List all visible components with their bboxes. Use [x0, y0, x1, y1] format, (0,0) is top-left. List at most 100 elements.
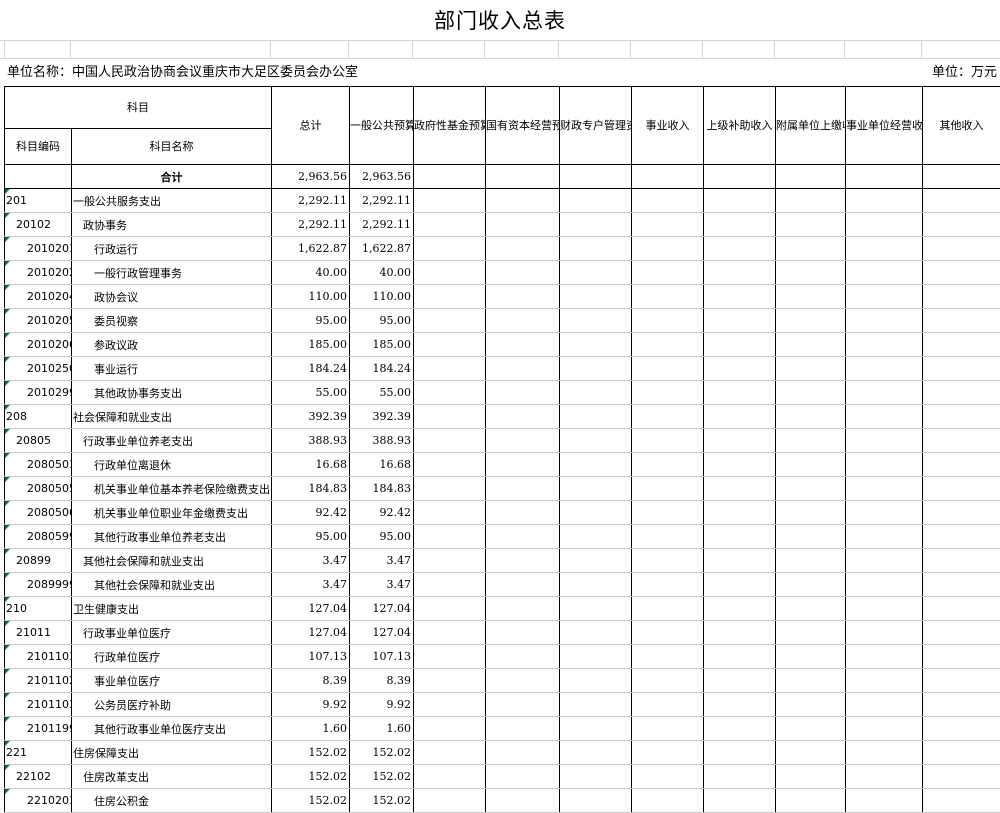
subject-name: 行政事业单位医疗 — [72, 627, 171, 640]
general-budget-value: 2,292.11 — [350, 213, 414, 237]
empty-cell — [923, 405, 1000, 429]
empty-cell — [632, 717, 704, 741]
subject-name-cell: 行政单位医疗 — [72, 645, 272, 669]
subject-code-cell: 2080506 — [5, 501, 72, 525]
subject-code-cell: 20899 — [5, 549, 72, 573]
header-business-income: 事业收入 — [632, 87, 704, 165]
subject-name: 政协事务 — [72, 219, 127, 232]
empty-cell — [923, 309, 1000, 333]
general-budget-value: 1,622.87 — [350, 237, 414, 261]
empty-cell — [846, 501, 923, 525]
subject-code: 2010202 — [5, 266, 72, 279]
empty-cell — [486, 549, 560, 573]
empty-cell — [414, 213, 486, 237]
empty-cell — [846, 669, 923, 693]
table-row: 208社会保障和就业支出392.39392.39 — [5, 405, 1000, 429]
subject-name-cell: 其他社会保障和就业支出 — [72, 549, 272, 573]
subject-name-cell: 事业运行 — [72, 357, 272, 381]
header-total: 总计 — [272, 87, 350, 165]
empty-cell — [776, 693, 846, 717]
subject-name: 其他行政事业单位养老支出 — [72, 531, 226, 544]
empty-cell — [923, 333, 1000, 357]
cell-marker-icon — [5, 261, 10, 266]
empty-cell — [846, 381, 923, 405]
empty-cell — [846, 189, 923, 213]
subject-name-cell: 其他政协事务支出 — [72, 381, 272, 405]
empty-cell — [632, 381, 704, 405]
table-row: 2080501行政单位离退休16.6816.68 — [5, 453, 1000, 477]
empty-cell — [632, 333, 704, 357]
empty-cell — [414, 477, 486, 501]
empty-cell — [632, 741, 704, 765]
subject-code: 20102 — [5, 218, 51, 231]
subject-name: 委员视察 — [72, 315, 138, 328]
table-row: 2010299其他政协事务支出55.0055.00 — [5, 381, 1000, 405]
total-value: 127.04 — [272, 597, 350, 621]
table-row: 21011行政事业单位医疗127.04127.04 — [5, 621, 1000, 645]
total-general-value: 2,963.56 — [350, 165, 414, 189]
empty-cell — [923, 429, 1000, 453]
header-superior-subsidy: 上级补助收入 — [704, 87, 776, 165]
subject-name-cell: 行政事业单位医疗 — [72, 621, 272, 645]
empty-cell — [560, 309, 632, 333]
empty-cell — [486, 453, 560, 477]
general-budget-value: 95.00 — [350, 309, 414, 333]
table-row: 2101102事业单位医疗8.398.39 — [5, 669, 1000, 693]
empty-cell — [414, 573, 486, 597]
subject-name-cell: 政协会议 — [72, 285, 272, 309]
empty-cell — [486, 477, 560, 501]
empty-cell — [414, 453, 486, 477]
empty-cell — [632, 477, 704, 501]
empty-cell — [414, 333, 486, 357]
subject-code: 21011 — [5, 626, 51, 639]
empty-cell — [776, 429, 846, 453]
empty-cell — [486, 645, 560, 669]
subject-code: 201 — [5, 194, 27, 207]
empty-cell — [632, 573, 704, 597]
cell-marker-icon — [5, 789, 10, 794]
subject-code-cell: 2101102 — [5, 669, 72, 693]
cell-marker-icon — [5, 213, 10, 218]
empty-cell — [846, 285, 923, 309]
empty-cell — [414, 525, 486, 549]
total-value: 2,292.11 — [272, 189, 350, 213]
empty-cell — [632, 525, 704, 549]
general-budget-value: 107.13 — [350, 645, 414, 669]
general-budget-value: 9.92 — [350, 693, 414, 717]
subject-name: 事业单位医疗 — [72, 675, 160, 688]
empty-cell — [632, 621, 704, 645]
cell-marker-icon — [5, 189, 10, 194]
total-value: 3.47 — [272, 549, 350, 573]
general-budget-value: 3.47 — [350, 549, 414, 573]
empty-cell — [704, 189, 776, 213]
empty-cell — [846, 357, 923, 381]
subject-code: 22102 — [5, 770, 51, 783]
table-row: 201一般公共服务支出2,292.112,292.11 — [5, 189, 1000, 213]
subject-name-cell: 委员视察 — [72, 309, 272, 333]
header-gov-fund: 政府性基金预算拨款收入 — [414, 87, 486, 165]
empty-cell — [486, 501, 560, 525]
total-value: 110.00 — [272, 285, 350, 309]
empty-cell — [846, 765, 923, 789]
subject-name-cell: 机关事业单位基本养老保险缴费支出 — [72, 477, 272, 501]
empty-cell — [486, 381, 560, 405]
empty-cell — [923, 285, 1000, 309]
empty-cell — [846, 333, 923, 357]
empty-cell — [560, 405, 632, 429]
empty-cell — [704, 357, 776, 381]
general-budget-value: 152.02 — [350, 765, 414, 789]
total-value: 107.13 — [272, 645, 350, 669]
header-general-budget: 一般公共预算拨款收入 — [350, 87, 414, 165]
subject-name: 其他社会保障和就业支出 — [72, 555, 204, 568]
total-value: 55.00 — [272, 381, 350, 405]
cell-marker-icon — [5, 405, 10, 410]
page-title: 部门收入总表 — [0, 0, 1000, 41]
empty-cell — [776, 525, 846, 549]
empty-cell — [776, 333, 846, 357]
empty-cell — [846, 237, 923, 261]
general-budget-value: 92.42 — [350, 501, 414, 525]
empty-cell — [704, 237, 776, 261]
empty-cell — [414, 597, 486, 621]
empty-cell — [704, 573, 776, 597]
table-row: 2010205委员视察95.0095.00 — [5, 309, 1000, 333]
